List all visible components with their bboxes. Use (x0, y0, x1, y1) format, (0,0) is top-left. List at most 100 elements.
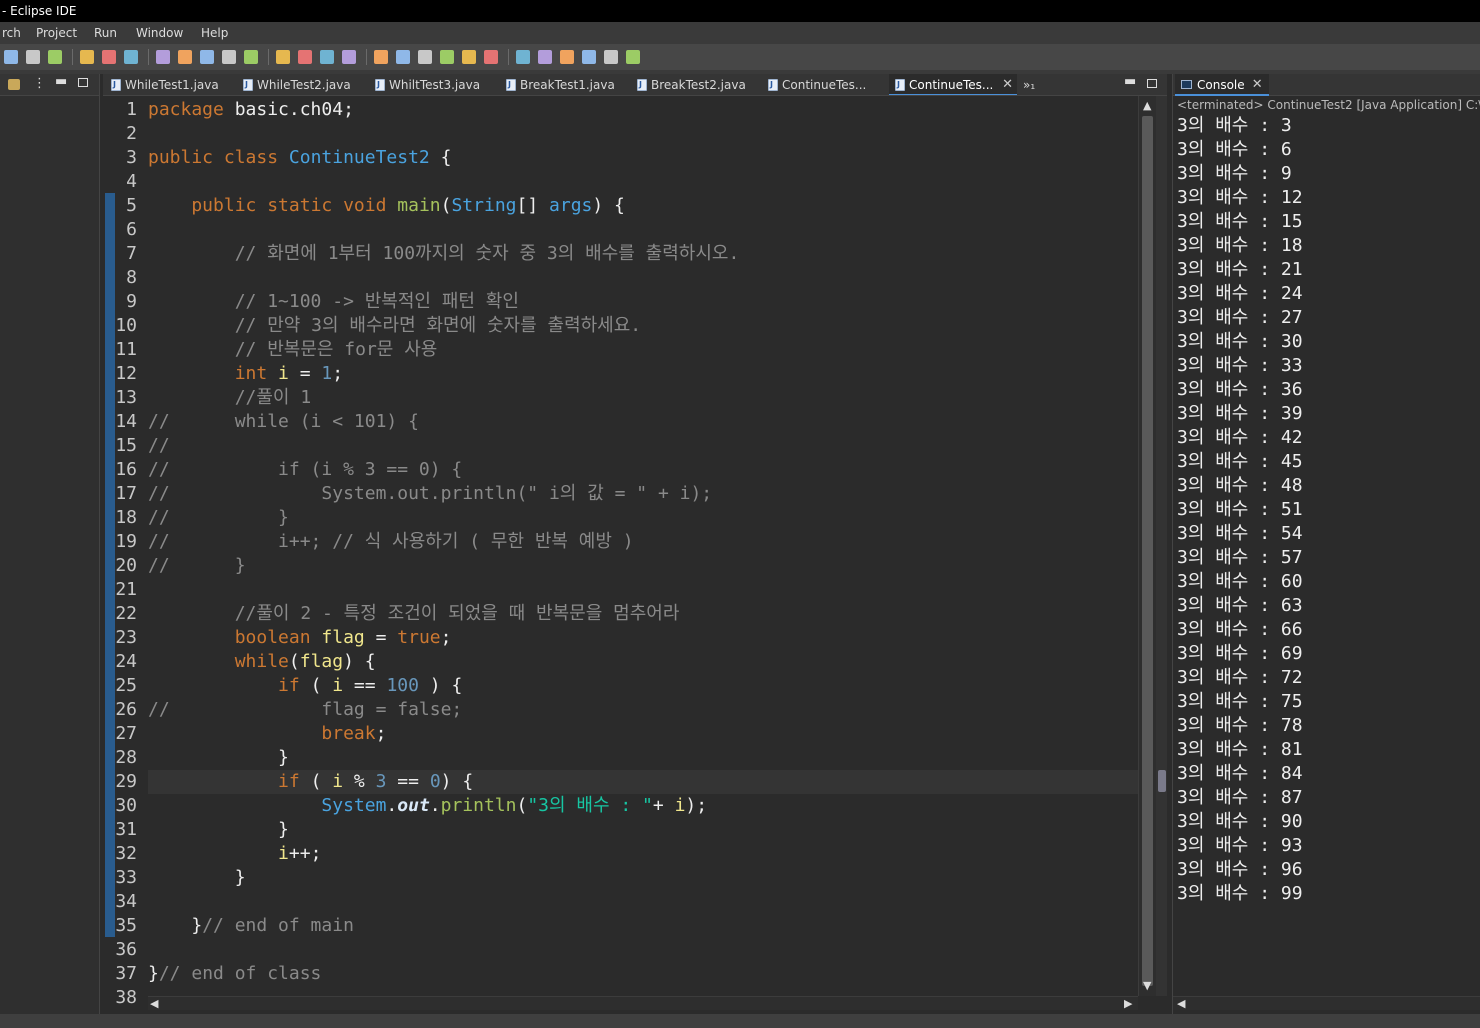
debug-icon[interactable] (124, 50, 138, 64)
code-line[interactable]: // while (i < 101) { (148, 410, 419, 434)
code-line[interactable]: public class ContinueTest2 { (148, 146, 451, 170)
run-icon[interactable] (276, 50, 290, 64)
console-line: 3의 배수 : 21 (1177, 259, 1303, 280)
new-class-icon[interactable] (374, 50, 388, 64)
format-icon[interactable] (200, 50, 214, 64)
scroll-thumb[interactable] (1142, 116, 1153, 986)
console-line: 3의 배수 : 30 (1177, 331, 1303, 352)
scroll-down-icon[interactable]: ▼ (1143, 980, 1151, 992)
search-icon[interactable] (418, 50, 432, 64)
tab-whiletest2[interactable]: WhileTest2.java (237, 74, 365, 95)
code-line[interactable]: // flag = false; (148, 698, 462, 722)
step-icon[interactable] (244, 50, 258, 64)
history-icon[interactable] (48, 50, 62, 64)
gear-icon[interactable] (440, 50, 454, 64)
code-line[interactable]: //풀이 1 (148, 386, 311, 410)
profile-icon[interactable] (320, 50, 334, 64)
code-line[interactable]: // i++; // 식 사용하기 ( 무한 반복 예방 ) (148, 530, 634, 554)
console-line: 3의 배수 : 87 (1177, 787, 1303, 808)
scroll-left-icon[interactable]: ◀ (150, 998, 158, 1010)
code-line[interactable]: if ( i % 3 == 0) { (148, 770, 473, 794)
scroll-right-icon[interactable]: ▶ (1124, 998, 1132, 1010)
code-line[interactable]: // 반복문은 for문 사용 (148, 338, 438, 362)
tab-continuetest1[interactable]: ContinueTes... (762, 74, 886, 95)
scroll-left-icon[interactable]: ◀ (1177, 998, 1185, 1010)
code-line[interactable]: int i = 1; (148, 362, 343, 386)
build-icon[interactable] (80, 50, 94, 64)
mark-icon[interactable] (178, 50, 192, 64)
view-menu-icon[interactable]: ⋮ (33, 76, 46, 92)
run-config-icon[interactable] (298, 50, 312, 64)
open-folder-icon[interactable] (396, 50, 410, 64)
open-perspective-icon[interactable] (626, 50, 640, 64)
new-package-icon[interactable] (342, 50, 356, 64)
code-line[interactable]: break; (148, 722, 386, 746)
vertical-scrollbar[interactable]: ▲ ▼ (1138, 96, 1156, 996)
menu-search[interactable]: rch (0, 23, 23, 43)
code-line[interactable]: // System.out.println(" i의 값 = " + i); (148, 482, 712, 506)
tab-continuetest2[interactable]: ContinueTes... ✕ (889, 74, 1017, 95)
package-icon[interactable] (8, 79, 20, 90)
horizontal-scrollbar[interactable]: ◀ ▶ (148, 996, 1138, 1010)
close-icon[interactable]: ✕ (1002, 74, 1013, 95)
redo-icon[interactable] (4, 50, 18, 64)
code-line[interactable]: } (148, 818, 289, 842)
code-line[interactable]: while(flag) { (148, 650, 376, 674)
menu-window[interactable]: Window (134, 23, 185, 43)
refresh-icon[interactable] (26, 50, 40, 64)
code-line[interactable]: package basic.ch04; (148, 98, 354, 122)
tab-whilttest3[interactable]: WhiltTest3.java (369, 74, 497, 95)
tab-whiletest1[interactable]: WhileTest1.java (105, 74, 233, 95)
skip-icon[interactable] (102, 50, 116, 64)
tab-breaktest2[interactable]: BreakTest2.java (631, 74, 759, 95)
link-icon[interactable] (156, 50, 170, 64)
next-edit-icon[interactable] (604, 50, 618, 64)
tab-breaktest1[interactable]: BreakTest1.java (500, 74, 628, 95)
code-line[interactable]: }// end of class (148, 962, 321, 986)
pin-icon[interactable] (484, 50, 498, 64)
minimize-icon[interactable]: ▬ (1124, 74, 1136, 90)
code-line[interactable]: // 만약 3의 배수라면 화면에 숫자를 출력하세요. (148, 314, 641, 338)
code-line[interactable]: public static void main(String[] args) { (148, 194, 625, 218)
code-line[interactable]: }// end of main (148, 914, 354, 938)
scroll-up-icon[interactable]: ▲ (1143, 100, 1151, 112)
minimize-icon[interactable]: ▬ (55, 74, 67, 90)
console-line: 3의 배수 : 51 (1177, 499, 1303, 520)
maximize-icon[interactable] (1147, 79, 1157, 88)
code-line[interactable]: System.out.println("3의 배수 : "+ i); (148, 794, 707, 818)
line-number: 35 (115, 915, 137, 936)
console-line: 3의 배수 : 6 (1177, 139, 1292, 160)
pilcrow-icon[interactable] (222, 50, 236, 64)
maximize-icon[interactable] (78, 78, 88, 87)
menu-run[interactable]: Run (92, 23, 119, 43)
line-number: 9 (126, 291, 137, 312)
status-bar (0, 1014, 1480, 1028)
code-area[interactable]: package basic.ch04; public class Continue… (148, 96, 1138, 996)
back-icon[interactable] (538, 50, 552, 64)
menu-project[interactable]: Project (34, 23, 79, 43)
next-annotation-icon[interactable] (516, 50, 530, 64)
tab-overflow[interactable]: »₁ (1019, 74, 1049, 95)
code-line[interactable]: if ( i == 100 ) { (148, 674, 462, 698)
code-line[interactable]: } (148, 866, 246, 890)
tab-console[interactable]: Console ✕ (1175, 74, 1269, 96)
code-token: // } (148, 507, 289, 528)
prev-edit-icon[interactable] (582, 50, 596, 64)
code-line[interactable]: // } (148, 554, 246, 578)
code-line[interactable]: // (148, 434, 170, 458)
forward-icon[interactable] (560, 50, 574, 64)
code-line[interactable]: boolean flag = true; (148, 626, 452, 650)
code-line[interactable]: // 1~100 -> 반복적인 패턴 확인 (148, 290, 519, 314)
code-line[interactable]: //풀이 2 - 특정 조건이 되었을 때 반복문을 멈추어라 (148, 602, 680, 626)
code-line[interactable]: i++; (148, 842, 321, 866)
globe-icon[interactable] (462, 50, 476, 64)
java-file-icon (506, 79, 516, 91)
close-icon[interactable]: ✕ (1252, 74, 1263, 96)
console-horizontal-scrollbar[interactable]: ◀ (1173, 996, 1480, 1010)
menu-help[interactable]: Help (199, 23, 230, 43)
code-line[interactable]: // 화면에 1부터 100까지의 숫자 중 3의 배수를 출력하시오. (148, 242, 740, 266)
overview-marker[interactable] (1158, 770, 1166, 792)
code-line[interactable]: // } (148, 506, 289, 530)
code-line[interactable]: // if (i % 3 == 0) { (148, 458, 462, 482)
code-line[interactable]: } (148, 746, 289, 770)
